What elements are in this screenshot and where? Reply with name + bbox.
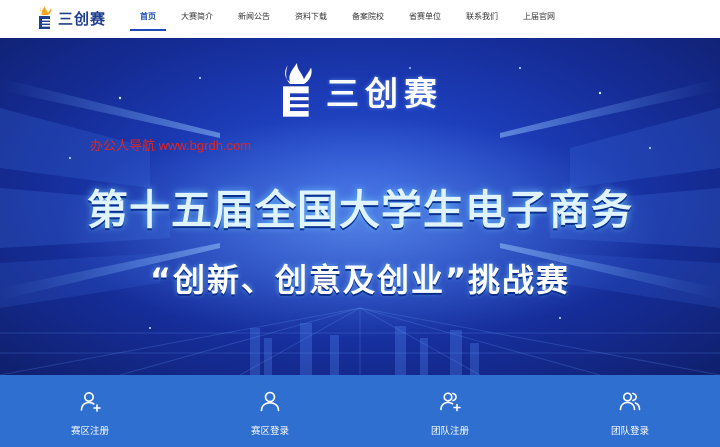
main-menu: 首页 大赛简介 新闻公告 资料下载 备案院校 省赛单位 联系我们 上届官网 <box>128 0 567 38</box>
nav-item-contact[interactable]: 联系我们 <box>454 0 510 38</box>
nav-item-schools[interactable]: 备案院校 <box>340 0 396 38</box>
nav-item-news[interactable]: 新闻公告 <box>226 0 282 38</box>
user-icon <box>260 391 280 412</box>
action-label: 赛区登录 <box>250 426 289 437</box>
action-label: 赛区注册 <box>70 426 109 437</box>
nav-item-provincial[interactable]: 省赛单位 <box>397 0 453 38</box>
team-login-button[interactable]: 团队登录 <box>540 375 720 447</box>
team-icon <box>619 392 641 411</box>
action-label: 团队注册 <box>430 426 469 437</box>
hero-title-line1: 第十五届全国大学生电子商务 <box>87 186 633 234</box>
nav-item-home[interactable]: 首页 <box>128 0 168 38</box>
region-login-button[interactable]: 赛区登录 <box>180 375 360 447</box>
nav-item-previous[interactable]: 上届官网 <box>511 0 567 38</box>
hero-logo: 三创赛 <box>276 58 443 124</box>
nav-item-intro[interactable]: 大赛简介 <box>169 0 225 38</box>
hero-banner: 三创赛 办公人导航 www.bgrdh.com 第十五届全国大学生电子商务 “创… <box>0 38 720 375</box>
user-add-icon <box>80 392 101 412</box>
team-register-button[interactable]: 团队注册 <box>360 375 540 447</box>
watermark-text: 办公人导航 www.bgrdh.com <box>90 138 252 153</box>
nav-item-downloads[interactable]: 资料下载 <box>283 0 339 38</box>
team-add-icon <box>440 392 461 412</box>
torch-logo-icon <box>283 63 312 117</box>
logo-text: 三创赛 <box>58 9 107 28</box>
torch-logo-icon <box>39 6 52 29</box>
action-label: 团队登录 <box>610 426 649 437</box>
hero-logo-text: 三创赛 <box>326 74 443 113</box>
site-logo[interactable]: 三创赛 <box>36 5 106 31</box>
region-register-button[interactable]: 赛区注册 <box>0 375 180 447</box>
hero-title-line2: “创新、创意及创业”挑战赛 <box>149 261 571 299</box>
top-nav: 三创赛 首页 大赛简介 新闻公告 资料下载 备案院校 省赛单位 联系我们 上届官… <box>0 0 720 38</box>
action-bar: 赛区注册 赛区登录 团队注册 团队登录 <box>0 375 720 447</box>
